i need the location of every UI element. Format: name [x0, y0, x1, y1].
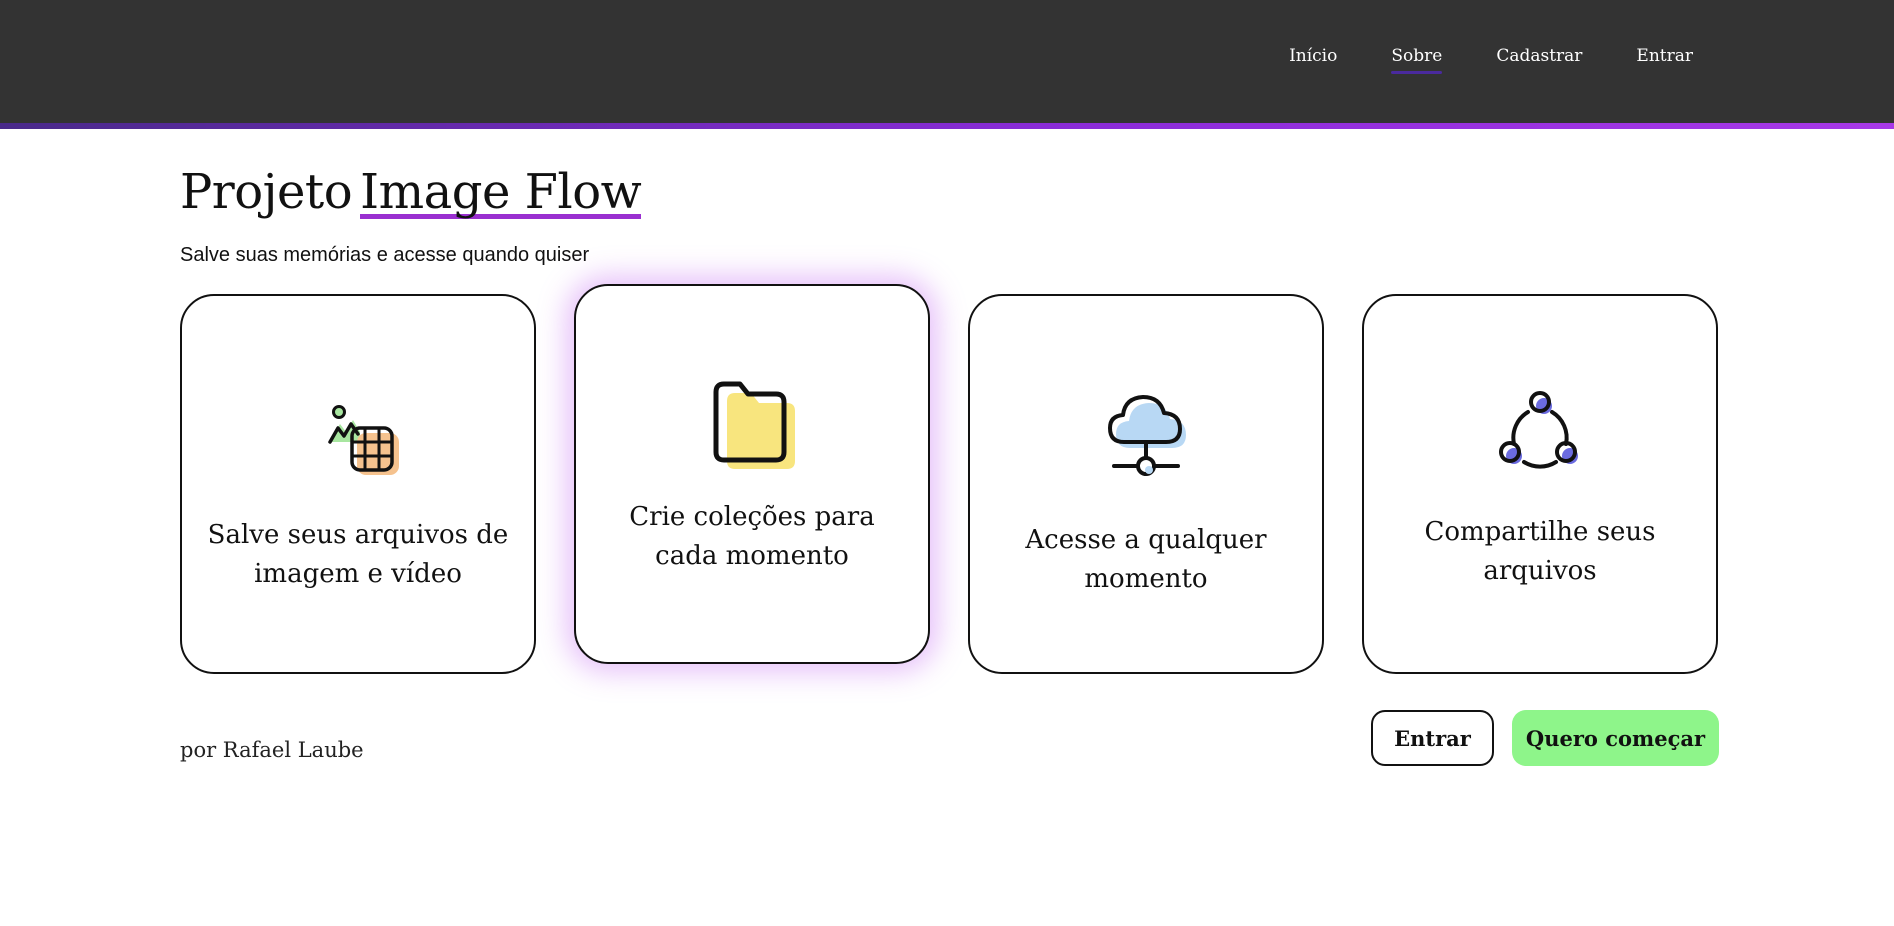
feature-cards: Salve seus arquivos de imagem e vídeo Cr… — [180, 284, 1719, 677]
main-nav: Início Sobre Cadastrar Entrar — [1289, 46, 1693, 74]
get-started-button[interactable]: Quero começar — [1512, 710, 1719, 766]
title-prefix: Projeto — [180, 164, 353, 220]
image-video-icon — [308, 382, 408, 482]
top-navbar: Início Sobre Cadastrar Entrar — [0, 0, 1894, 123]
share-icon — [1490, 382, 1590, 482]
folder-icon — [702, 372, 802, 472]
feature-card-share[interactable]: Compartilhe seus arquivos — [1362, 294, 1718, 674]
nav-link-inicio[interactable]: Início — [1289, 46, 1337, 74]
feature-card-text: Crie coleções para cada momento — [629, 502, 875, 571]
nav-link-entrar[interactable]: Entrar — [1636, 46, 1693, 74]
page-title: Projeto Image Flow — [180, 164, 642, 220]
login-button[interactable]: Entrar — [1371, 710, 1494, 766]
feature-card-media[interactable]: Salve seus arquivos de imagem e vídeo — [180, 294, 536, 674]
feature-card-text: Salve seus arquivos de imagem e vídeo — [207, 520, 509, 589]
feature-card-text: Acesse a qualquer momento — [1025, 525, 1267, 594]
author-credit: por Rafael Laube — [180, 738, 364, 762]
cloud-network-icon — [1096, 378, 1196, 478]
feature-card-text: Compartilhe seus arquivos — [1424, 517, 1656, 586]
nav-link-sobre[interactable]: Sobre — [1391, 46, 1442, 74]
title-accent: Image Flow — [360, 164, 642, 220]
page-subtitle: Salve suas memórias e acesse quando quis… — [180, 244, 590, 266]
feature-card-access[interactable]: Acesse a qualquer momento — [968, 294, 1324, 674]
header-accent-stripe — [0, 123, 1894, 129]
nav-link-cadastrar[interactable]: Cadastrar — [1496, 46, 1582, 74]
feature-card-collections[interactable]: Crie coleções para cada momento — [574, 284, 930, 664]
